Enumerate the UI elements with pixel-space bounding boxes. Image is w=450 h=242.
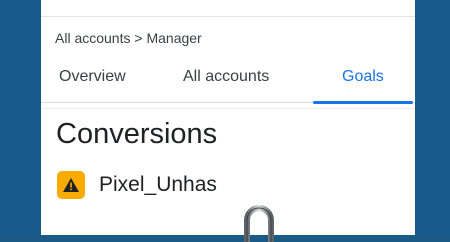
breadcrumb-separator: > xyxy=(134,30,143,46)
active-tab-indicator xyxy=(313,101,413,104)
tab-bar: Overview All accounts Goals xyxy=(41,60,415,104)
app-panel: All accounts > Manager Overview All acco… xyxy=(41,0,415,242)
breadcrumb-root[interactable]: All accounts xyxy=(55,30,130,46)
account-name: Pixel_Unhas xyxy=(99,173,217,196)
breadcrumb: All accounts > Manager xyxy=(55,30,202,46)
breadcrumb-current[interactable]: Manager xyxy=(146,30,201,46)
background-left xyxy=(0,0,40,235)
padlock-icon xyxy=(244,205,274,242)
account-row[interactable]: Pixel_Unhas xyxy=(57,171,217,199)
page-title: Conversions xyxy=(56,118,218,150)
tab-goals[interactable]: Goals xyxy=(342,68,384,86)
top-bar xyxy=(41,0,415,17)
divider xyxy=(41,108,415,109)
tab-all-accounts[interactable]: All accounts xyxy=(183,68,269,86)
warning-icon xyxy=(57,171,85,199)
background-right xyxy=(410,0,450,235)
tab-overview[interactable]: Overview xyxy=(59,68,126,86)
